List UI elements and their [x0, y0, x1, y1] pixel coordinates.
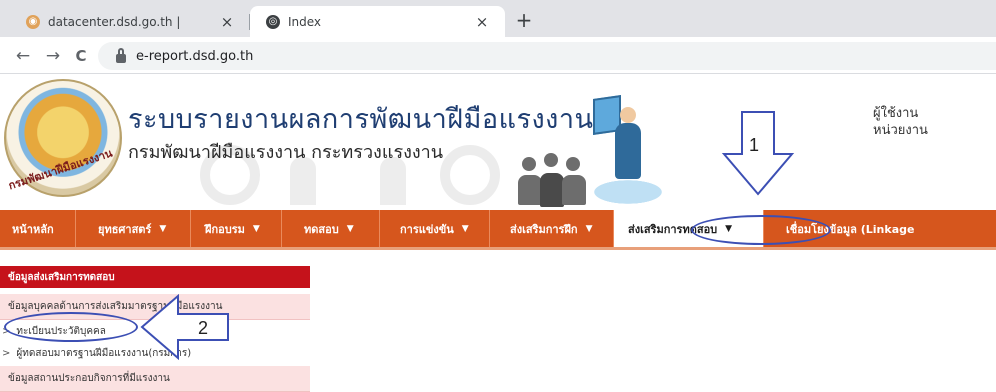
nav-label: ทดสอบ [304, 222, 339, 236]
annotation-oval-sidebar [4, 312, 138, 342]
unit-label: หน่วยงาน [873, 123, 928, 138]
site-subtitle: กรมพัฒนาฝีมือแรงงาน กระทรวงแรงงาน [128, 142, 444, 163]
browser-toolbar: ← → C e-report.dsd.go.th [0, 37, 996, 74]
nav-competition[interactable]: การแข่งขัน ▼ [380, 210, 490, 247]
presenter-illustration [585, 95, 673, 207]
caret-down-icon: ▼ [252, 223, 260, 234]
globe-orange-icon: ◉ [26, 14, 40, 29]
address-bar[interactable]: e-report.dsd.go.th [98, 42, 996, 70]
nav-label: ฝึกอบรม [205, 222, 245, 236]
nav-label: ส่งเสริมการฝึก [510, 222, 578, 236]
close-tab-icon[interactable]: × [218, 13, 236, 31]
sidebar-heading: ข้อมูลส่งเสริมการทดสอบ [0, 266, 310, 288]
chevron-right-icon: > [2, 347, 11, 359]
browser-tab-datacenter[interactable]: ◉ datacenter.dsd.go.th | × [10, 6, 250, 37]
nav-label: การแข่งขัน [400, 222, 454, 236]
forward-arrow-icon[interactable]: → [42, 45, 64, 67]
meeting-people-illustration [518, 153, 588, 210]
back-arrow-icon[interactable]: ← [12, 45, 34, 67]
nav-testing[interactable]: ทดสอบ ▼ [282, 210, 380, 247]
annotation-step-2: 2 [198, 318, 209, 338]
close-tab-icon[interactable]: × [473, 13, 491, 31]
background-gear-graphic [440, 145, 500, 205]
nav-strategy[interactable]: ยุทธศาสตร์ ▼ [76, 210, 191, 247]
lock-icon [116, 47, 126, 63]
reload-icon[interactable]: C [70, 45, 92, 67]
nav-promote-training[interactable]: ส่งเสริมการฝึก ▼ [490, 210, 614, 247]
tab-title: Index [288, 14, 322, 29]
new-tab-button[interactable]: + [512, 9, 536, 33]
caret-down-icon: ▼ [159, 223, 167, 234]
tab-title: datacenter.dsd.go.th | [48, 14, 181, 29]
caret-down-icon: ▼ [585, 223, 593, 234]
nav-label: หน้าหลัก [12, 222, 54, 236]
annotation-left-arrow-icon [140, 294, 229, 360]
site-header: กรมพัฒนาฝีมือแรงงาน ระบบรายงานผลการพัฒนา… [0, 75, 996, 210]
url-text: e-report.dsd.go.th [136, 48, 254, 64]
caret-down-icon: ▼ [346, 223, 354, 234]
sidebar-group-establishments[interactable]: ข้อมูลสถานประกอบกิจการที่มีแรงงาน [0, 366, 310, 392]
nav-label: ยุทธศาสตร์ [98, 222, 152, 236]
site-title: ระบบรายงานผลการพัฒนาฝีมือแรงงาน [128, 104, 594, 135]
main-navigation: หน้าหลัก ยุทธศาสตร์ ▼ ฝึกอบรม ▼ ทดสอบ ▼ … [0, 210, 996, 250]
nav-training[interactable]: ฝึกอบรม ▼ [191, 210, 282, 247]
browser-tab-index[interactable]: ◎ Index × [250, 6, 505, 37]
browser-tab-bar: ◉ datacenter.dsd.go.th | × ◎ Index × + [0, 0, 996, 37]
nav-home[interactable]: หน้าหลัก [0, 210, 76, 247]
user-label: ผู้ใช้งาน [873, 106, 919, 121]
caret-down-icon: ▼ [461, 223, 469, 234]
annotation-oval-nav [691, 215, 831, 245]
annotation-step-1: 1 [749, 135, 760, 155]
globe-icon: ◎ [266, 14, 280, 29]
user-info: ผู้ใช้งาน หน่วยงาน [873, 105, 928, 139]
